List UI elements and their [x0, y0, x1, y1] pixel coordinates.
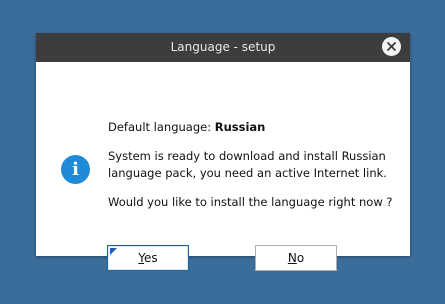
info-icon: i: [61, 155, 90, 184]
message-line-1: System is ready to download and install …: [108, 149, 386, 163]
default-language-line: Default language: Russian: [108, 120, 265, 134]
language-setup-dialog: Language - setup Default language: Russi…: [36, 33, 410, 271]
titlebar[interactable]: Language - setup: [36, 33, 410, 62]
window-title: Language - setup: [170, 40, 276, 54]
no-button[interactable]: No: [255, 245, 337, 271]
message-line-2: language pack, you need an active Intern…: [108, 166, 387, 180]
dialog-content: Default language: Russian i System is re…: [36, 62, 410, 271]
close-icon: [387, 42, 396, 51]
question-line: Would you like to install the language r…: [108, 195, 393, 209]
focus-corner-indicator: [110, 248, 117, 255]
no-mnemonic: N: [287, 251, 297, 265]
default-language-value: Russian: [214, 120, 266, 134]
no-label-rest: o: [296, 251, 305, 265]
close-button[interactable]: [382, 37, 401, 56]
default-language-label: Default language:: [108, 120, 212, 134]
yes-button[interactable]: Yes: [107, 245, 189, 271]
yes-label-rest: es: [144, 251, 158, 265]
